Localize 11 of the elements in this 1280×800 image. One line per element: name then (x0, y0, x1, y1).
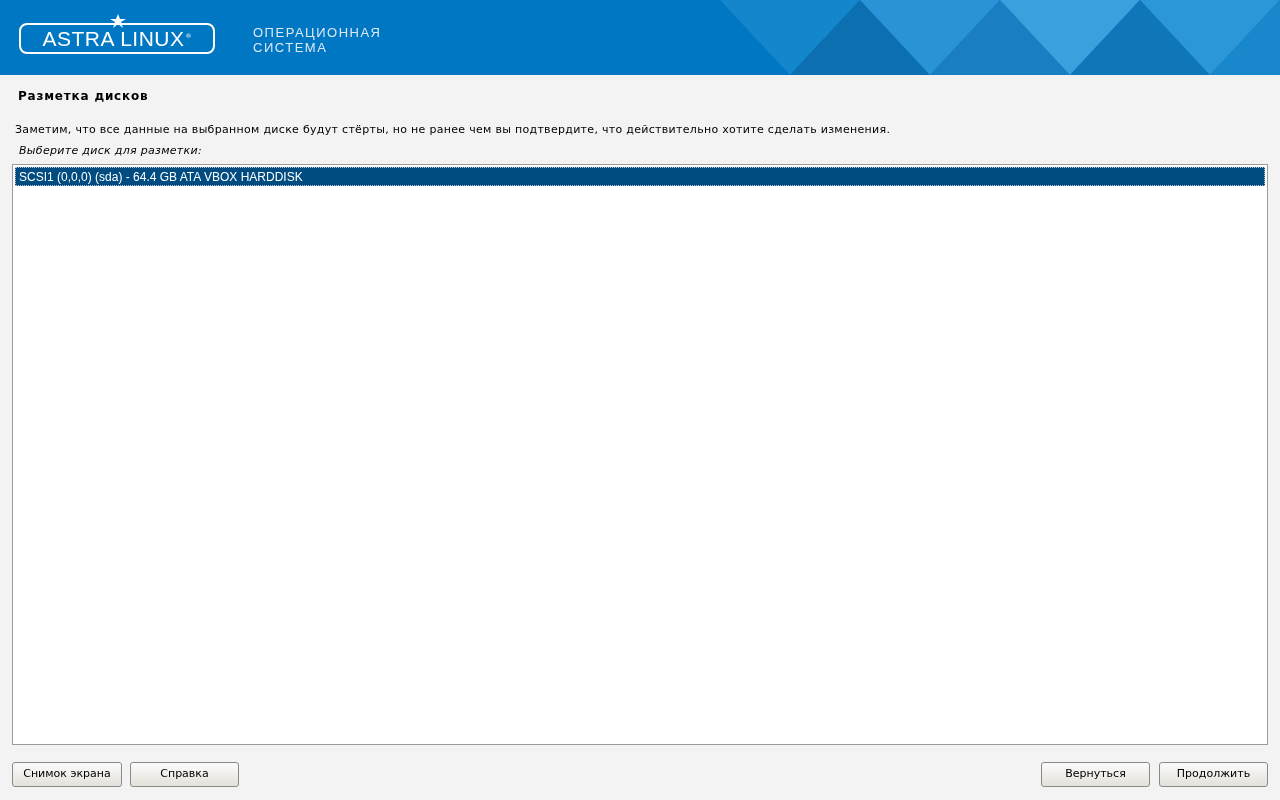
warning-text: Заметим, что все данные на выбранном диске будут стёрты, но не ранее чем вы подтвердите, что действительно хотите сделать изменения. (15, 122, 892, 138)
push-button[interactable]: Вернуться (1041, 762, 1150, 787)
tagline-text: ОПЕРАЦИОННАЯ (253, 24, 382, 40)
disk-list-item[interactable]: SCSI1 (0,0,0) (sda) - 64.4 GB ATA VBOX HARDDISK (15, 167, 1265, 186)
tagline-text: СИСТЕМА (253, 39, 328, 55)
push-button[interactable]: Снимок экрана (12, 762, 122, 787)
logo-text: ASTRA LINUX (42, 28, 185, 49)
push-button[interactable]: Справка (130, 762, 239, 787)
push-button[interactable]: Продолжить (1159, 762, 1268, 787)
prompt-text: Выберите диск для разметки: (19, 142, 203, 159)
page-title: Разметка дисков (18, 88, 150, 105)
